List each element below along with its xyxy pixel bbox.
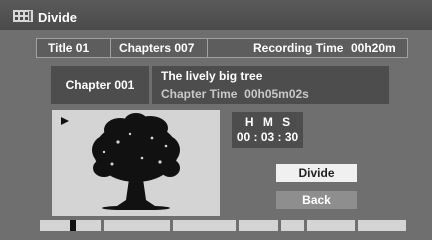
tree-thumbnail	[92, 113, 180, 210]
divide-button[interactable]: Divide	[276, 164, 357, 182]
chapter-time-label: Chapter Time	[161, 87, 238, 101]
chapter-segment[interactable]	[281, 220, 304, 231]
chapter-segment[interactable]	[307, 220, 355, 231]
window-title: Divide	[38, 10, 78, 25]
chapter-number: Chapter 001	[51, 66, 149, 104]
recording-time-label: Recording Time	[253, 41, 344, 55]
chapter-count: Chapters 007	[119, 41, 195, 55]
title-bar: Divide	[0, 0, 432, 30]
chapter-details: The lively big tree Chapter Time 00h05m0…	[152, 66, 389, 104]
divider	[110, 39, 111, 57]
time-heading: H M S	[244, 115, 291, 129]
chapter-segment[interactable]	[239, 220, 278, 231]
divider	[207, 39, 208, 57]
chapter-segment[interactable]	[173, 220, 236, 231]
video-preview	[52, 110, 220, 216]
recording-time-value: 00h20m	[351, 41, 396, 55]
title-info-bar: Title 01 Chapters 007 Recording Time 00h…	[36, 38, 408, 58]
chapter-segment[interactable]	[358, 220, 406, 231]
chapter-time-value: 00h05m02s	[244, 87, 309, 101]
playhead-marker[interactable]	[70, 220, 76, 231]
chapter-segment[interactable]	[104, 220, 170, 231]
back-button[interactable]: Back	[276, 191, 357, 209]
chapter-name: The lively big tree	[161, 69, 263, 83]
title-number: Title 01	[48, 41, 90, 55]
chapter-time: Chapter Time 00h05m02s	[161, 87, 309, 102]
play-icon	[61, 117, 69, 125]
position-time: H M S 00 : 03 : 30	[232, 112, 303, 148]
divide-film-icon	[13, 10, 33, 22]
time-value: 00 : 03 : 30	[236, 130, 299, 144]
chapter-number-label: Chapter 001	[65, 78, 135, 92]
chapter-timeline[interactable]	[40, 220, 406, 231]
